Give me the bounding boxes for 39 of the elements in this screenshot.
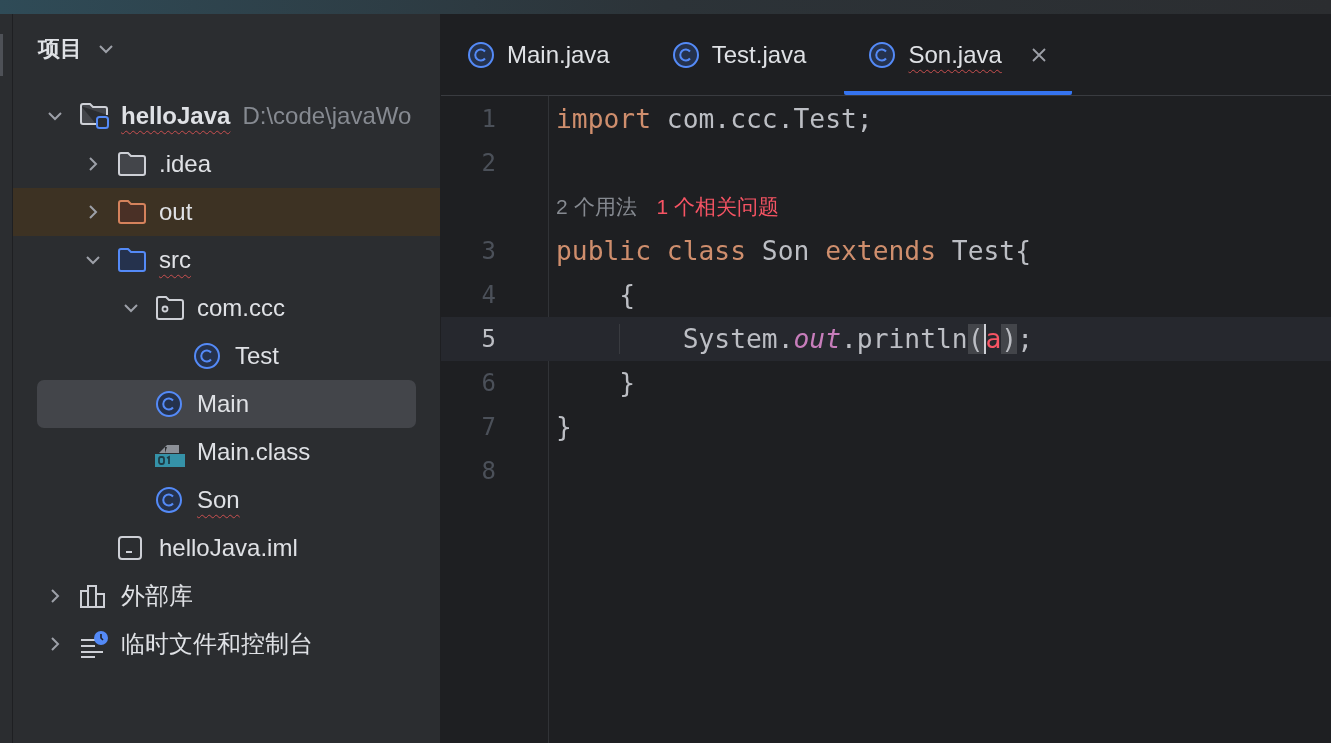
class-icon <box>868 40 897 69</box>
package-folder-icon <box>155 295 185 321</box>
tree-item[interactable]: Son <box>37 476 416 524</box>
tree-item[interactable]: helloJava.iml <box>37 524 416 572</box>
line-number: 5 <box>480 325 496 353</box>
class-icon <box>193 342 221 370</box>
library-icon <box>79 583 107 609</box>
usages-hint[interactable]: 2 个用法 <box>556 193 637 221</box>
editor-tab[interactable]: Main.java <box>443 14 634 95</box>
code-line: System.out.println(a); <box>556 324 1034 354</box>
code-line: public class Son extends Test{ <box>556 236 1031 266</box>
code-line: { <box>618 280 636 310</box>
tree-item[interactable]: helloJava D:\code\javaWo <box>37 92 416 140</box>
class-icon <box>671 40 700 69</box>
tree-item[interactable]: com.ccc <box>37 284 416 332</box>
close-icon[interactable] <box>1029 45 1048 64</box>
code-line: } <box>556 412 572 442</box>
folder-icon <box>117 247 147 273</box>
tree-item[interactable]: .idea <box>37 140 416 188</box>
file-icon <box>117 535 143 561</box>
tree-item[interactable]: Test <box>37 332 416 380</box>
tree-item[interactable]: 临时文件和控制台 <box>37 620 416 668</box>
class-icon <box>467 40 495 69</box>
tree-item[interactable]: 外部库 <box>37 572 416 620</box>
editor-tab[interactable]: Test.java <box>647 14 831 95</box>
module-folder-icon <box>79 102 111 130</box>
problems-hint[interactable]: 1 个相关问题 <box>656 193 780 221</box>
panel-title: 项目 <box>38 35 82 63</box>
editor-tab[interactable]: Son.java <box>844 14 1072 95</box>
class-icon <box>155 486 183 514</box>
code-line: } <box>618 368 636 398</box>
scratches-icon <box>79 630 109 658</box>
folder-icon <box>117 151 147 177</box>
tree-item[interactable]: Main <box>37 380 416 428</box>
folder-icon <box>117 199 147 225</box>
tree-item[interactable]: src <box>37 236 416 284</box>
class-icon <box>155 390 183 418</box>
code-line: import com.ccc.Test; <box>556 104 873 134</box>
tree-item[interactable]: Main.class <box>37 428 416 476</box>
